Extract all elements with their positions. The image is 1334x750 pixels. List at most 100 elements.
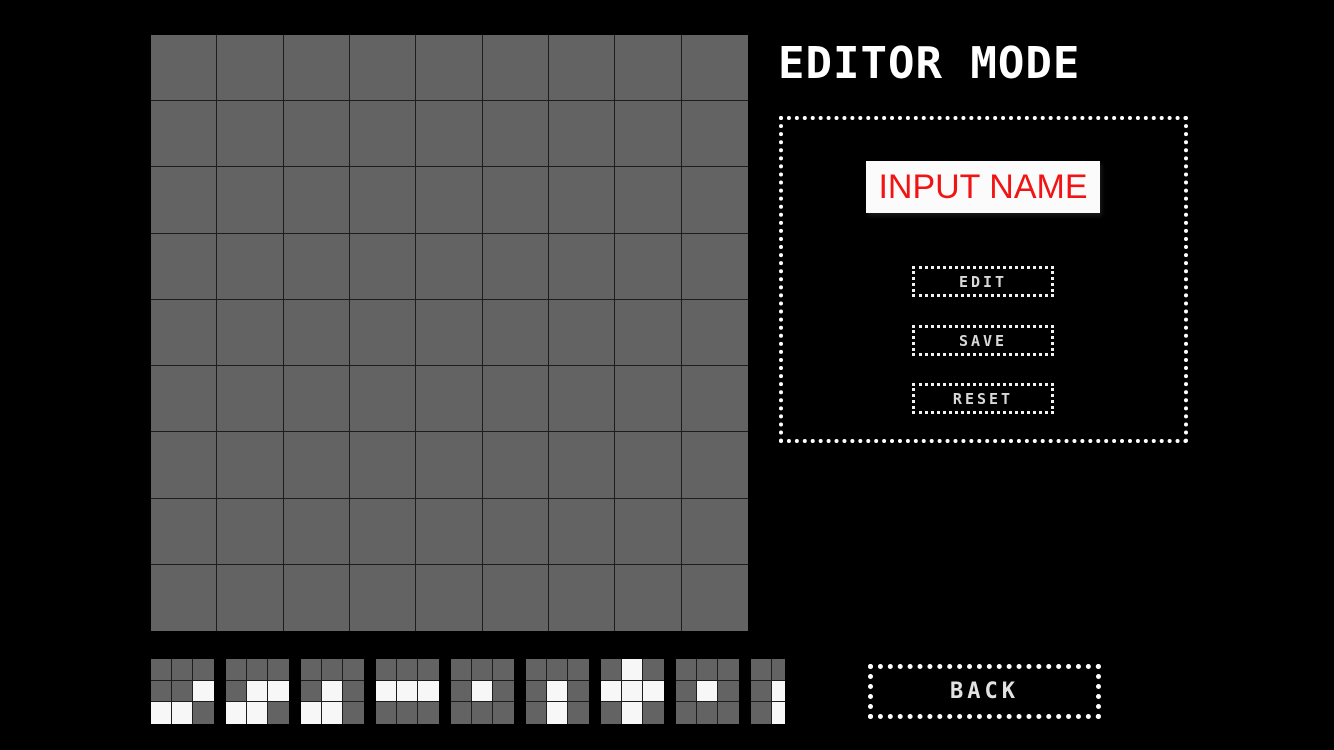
- grid-cell[interactable]: [482, 233, 549, 300]
- grid-cell[interactable]: [350, 432, 417, 499]
- grid-cell[interactable]: [283, 498, 350, 565]
- grid-cell[interactable]: [217, 432, 284, 499]
- grid-cell[interactable]: [151, 233, 218, 300]
- save-button[interactable]: SAVE: [912, 325, 1054, 356]
- grid-cell[interactable]: [217, 101, 284, 168]
- palette-tile[interactable]: [526, 659, 589, 724]
- grid-cell[interactable]: [350, 35, 417, 102]
- grid-cell[interactable]: [615, 299, 682, 367]
- grid-cell[interactable]: [350, 167, 417, 234]
- grid-cell[interactable]: [416, 233, 483, 300]
- palette-tile-cell: [172, 680, 193, 703]
- grid-cell[interactable]: [615, 432, 682, 499]
- grid-cell[interactable]: [416, 167, 483, 234]
- tile-edit-grid[interactable]: [151, 35, 748, 631]
- grid-cell[interactable]: [615, 564, 682, 631]
- grid-cell[interactable]: [482, 366, 549, 433]
- grid-cell[interactable]: [283, 167, 350, 234]
- grid-cell[interactable]: [283, 35, 350, 102]
- palette-tile[interactable]: [451, 659, 514, 724]
- grid-cell[interactable]: [217, 299, 284, 367]
- grid-cell[interactable]: [549, 366, 616, 433]
- grid-cell[interactable]: [549, 498, 616, 565]
- grid-cell[interactable]: [416, 564, 483, 631]
- palette-tile[interactable]: [601, 659, 664, 724]
- grid-cell[interactable]: [416, 299, 483, 367]
- back-button-label: BACK: [950, 679, 1019, 704]
- grid-cell[interactable]: [416, 101, 483, 168]
- grid-cell[interactable]: [615, 498, 682, 565]
- grid-cell[interactable]: [350, 101, 417, 168]
- grid-cell[interactable]: [681, 366, 748, 433]
- grid-cell[interactable]: [681, 101, 748, 168]
- grid-cell[interactable]: [151, 498, 218, 565]
- edit-button[interactable]: EDIT: [912, 266, 1054, 297]
- grid-cell[interactable]: [350, 498, 417, 565]
- grid-cell[interactable]: [549, 299, 616, 367]
- grid-cell[interactable]: [217, 564, 284, 631]
- grid-cell[interactable]: [549, 101, 616, 168]
- grid-cell[interactable]: [615, 366, 682, 433]
- grid-cell[interactable]: [350, 564, 417, 631]
- grid-cell[interactable]: [350, 366, 417, 433]
- grid-cell[interactable]: [350, 233, 417, 300]
- grid-cell[interactable]: [151, 564, 218, 631]
- grid-cell[interactable]: [681, 498, 748, 565]
- grid-cell[interactable]: [217, 366, 284, 433]
- grid-cell[interactable]: [217, 233, 284, 300]
- grid-cell[interactable]: [681, 35, 748, 102]
- grid-cell[interactable]: [615, 167, 682, 234]
- reset-button[interactable]: RESET: [912, 383, 1054, 414]
- grid-cell[interactable]: [416, 366, 483, 433]
- grid-cell[interactable]: [549, 564, 616, 631]
- grid-cell[interactable]: [217, 35, 284, 102]
- name-input[interactable]: INPUT NAME: [866, 161, 1100, 213]
- grid-cell[interactable]: [681, 167, 748, 234]
- grid-cell[interactable]: [416, 35, 483, 102]
- grid-cell[interactable]: [482, 432, 549, 499]
- grid-cell[interactable]: [151, 299, 218, 367]
- grid-cell[interactable]: [283, 366, 350, 433]
- grid-cell[interactable]: [482, 167, 549, 234]
- grid-cell[interactable]: [615, 101, 682, 168]
- grid-cell[interactable]: [681, 564, 748, 631]
- grid-cell[interactable]: [482, 101, 549, 168]
- grid-cell[interactable]: [681, 233, 748, 300]
- grid-cell[interactable]: [151, 167, 218, 234]
- grid-cell[interactable]: [549, 233, 616, 300]
- grid-cell[interactable]: [151, 432, 218, 499]
- palette-tile[interactable]: [226, 659, 289, 724]
- grid-cell[interactable]: [283, 233, 350, 300]
- grid-cell[interactable]: [283, 432, 350, 499]
- grid-cell[interactable]: [482, 35, 549, 102]
- grid-cell[interactable]: [283, 564, 350, 631]
- grid-cell[interactable]: [283, 299, 350, 367]
- grid-cell[interactable]: [217, 498, 284, 565]
- grid-cell[interactable]: [681, 432, 748, 499]
- grid-cell[interactable]: [681, 299, 748, 367]
- palette-tile-cell: [676, 680, 697, 703]
- grid-cell[interactable]: [151, 101, 218, 168]
- palette-tile[interactable]: [151, 659, 214, 724]
- palette-tile[interactable]: [301, 659, 364, 724]
- grid-cell[interactable]: [549, 167, 616, 234]
- grid-cell[interactable]: [416, 498, 483, 565]
- grid-cell[interactable]: [283, 101, 350, 168]
- grid-cell[interactable]: [482, 299, 549, 367]
- grid-cell[interactable]: [615, 35, 682, 102]
- grid-cell[interactable]: [151, 35, 218, 102]
- grid-cell[interactable]: [549, 35, 616, 102]
- grid-cell[interactable]: [416, 432, 483, 499]
- grid-cell[interactable]: [151, 366, 218, 433]
- palette-tile[interactable]: [376, 659, 439, 724]
- back-button[interactable]: BACK: [868, 664, 1101, 719]
- tile-palette[interactable]: [151, 659, 785, 724]
- grid-cell[interactable]: [217, 167, 284, 234]
- grid-cell[interactable]: [350, 299, 417, 367]
- grid-cell[interactable]: [482, 498, 549, 565]
- grid-cell[interactable]: [549, 432, 616, 499]
- palette-tile[interactable]: [676, 659, 739, 724]
- grid-cell[interactable]: [482, 564, 549, 631]
- grid-cell[interactable]: [615, 233, 682, 300]
- palette-tile[interactable]: [751, 659, 785, 724]
